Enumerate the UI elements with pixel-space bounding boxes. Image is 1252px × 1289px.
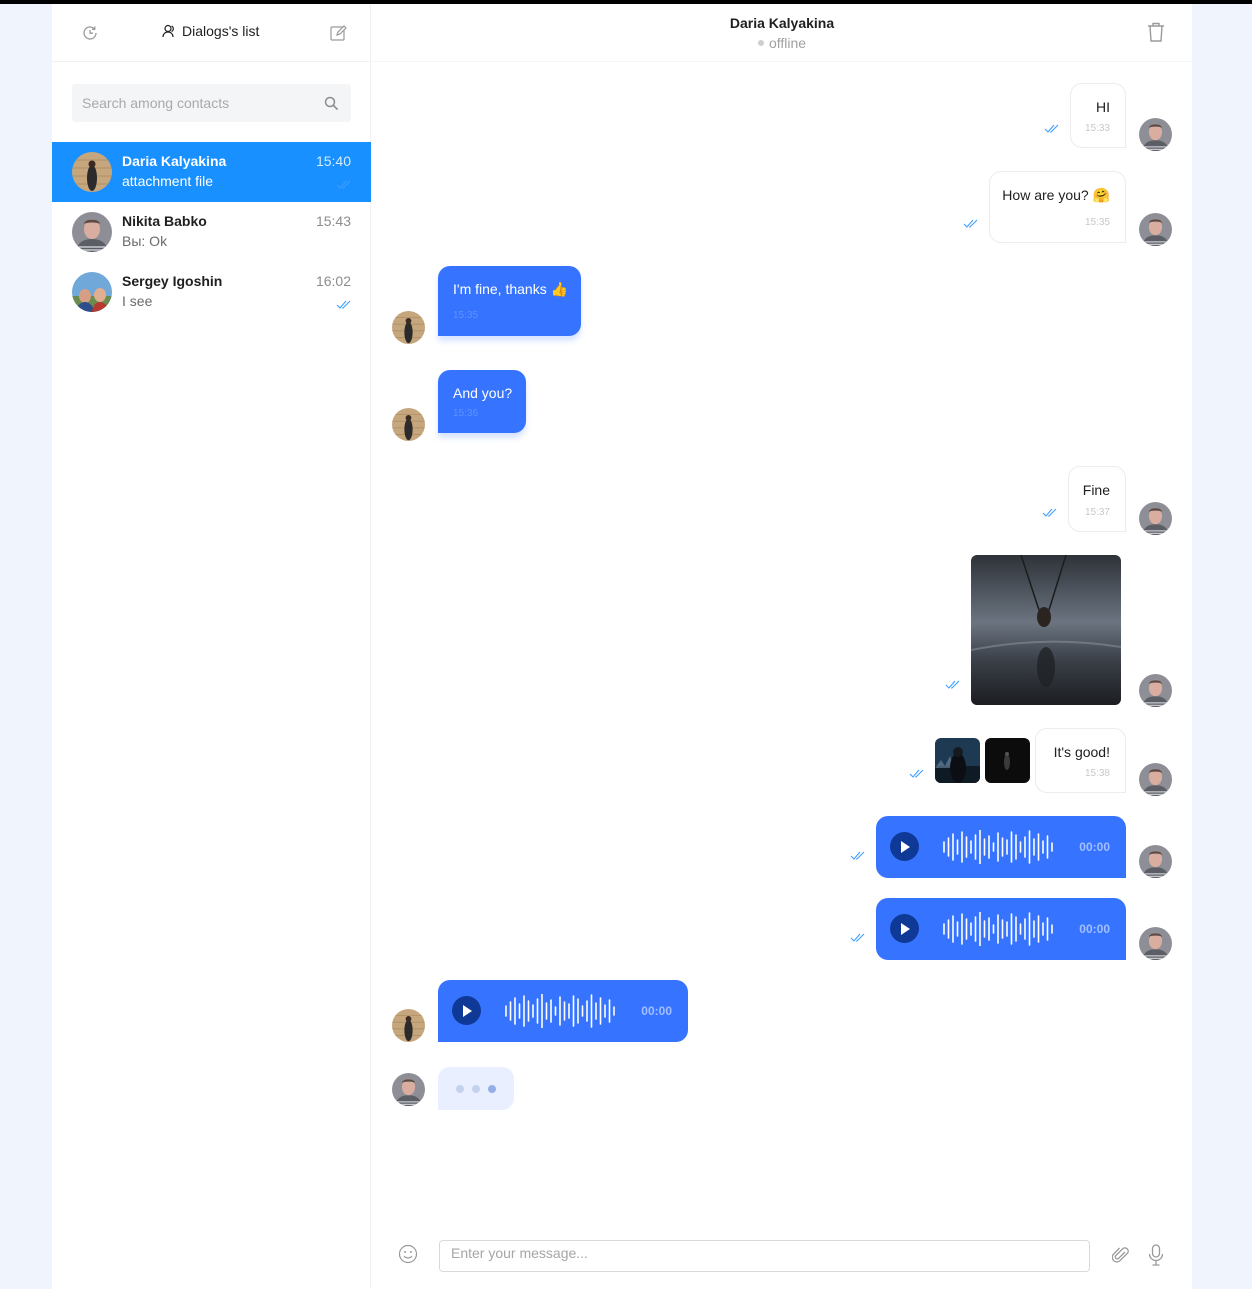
image-thumbnail[interactable]: [985, 738, 1030, 783]
my-avatar: [1139, 502, 1172, 535]
audio-message: 00:00: [438, 980, 688, 1042]
dialog-time: 15:40: [315, 153, 351, 169]
message-input[interactable]: [439, 1240, 1090, 1272]
paperclip-icon[interactable]: [1112, 1246, 1130, 1264]
chat-header: Daria Kalyakina offline: [372, 4, 1192, 62]
avatar: [72, 152, 112, 192]
message-bubble-out: It's good! 15:38: [1035, 728, 1126, 793]
sidebar: Dialogs's list Search among contacts Dar…: [52, 4, 371, 1289]
audio-duration: 00:00: [1079, 840, 1110, 854]
audio-message: 00:00: [876, 816, 1126, 878]
compose-icon[interactable]: [329, 24, 347, 42]
avatar: [72, 212, 112, 252]
message-time: 15:38: [1084, 768, 1110, 779]
play-button[interactable]: [890, 832, 919, 861]
delete-chat-icon[interactable]: [1145, 21, 1167, 43]
message-composer: [372, 1224, 1192, 1289]
dialog-time: 15:43: [315, 213, 351, 229]
contact-name: Daria Kalyakina: [729, 15, 835, 31]
dialog-name: Nikita Babko: [122, 213, 207, 229]
my-avatar: [1139, 674, 1172, 707]
audio-duration: 00:00: [1079, 922, 1110, 936]
chat-app: Dialogs's list Search among contacts Dar…: [52, 4, 1192, 1289]
contact-avatar: [392, 311, 425, 344]
dialog-name: Daria Kalyakina: [122, 153, 227, 169]
my-avatar: [1139, 763, 1172, 796]
sidebar-title-text: Dialogs's list: [182, 23, 260, 39]
my-avatar: [1139, 213, 1172, 246]
waveform-icon: [505, 994, 615, 1028]
status-text: offline: [768, 35, 807, 51]
message-text: Fine: [1082, 482, 1110, 498]
avatar: [72, 272, 112, 312]
search-input[interactable]: [72, 84, 312, 122]
contact-search: [72, 84, 351, 122]
message-bubble-out: HI 15:33: [1070, 83, 1126, 148]
microphone-icon[interactable]: [1147, 1244, 1165, 1266]
dialog-last-message: attachment file: [122, 173, 214, 189]
typing-dot: [456, 1085, 464, 1093]
message-bubble-in: I'm fine, thanks 👍 15:35: [438, 266, 581, 336]
dialog-time: 16:02: [315, 273, 351, 289]
image-attachment[interactable]: [971, 555, 1121, 705]
contact-avatar: [392, 1009, 425, 1042]
my-avatar: [1139, 118, 1172, 151]
waveform-icon: [943, 912, 1053, 946]
smile-icon[interactable]: [398, 1244, 418, 1264]
read-check-icon: [850, 851, 865, 860]
audio-duration: 00:00: [641, 1004, 672, 1018]
play-button[interactable]: [452, 996, 481, 1025]
my-avatar: [392, 1073, 425, 1106]
read-check-icon: [850, 933, 865, 942]
message-text: HI: [1096, 99, 1110, 115]
read-check-icon: [336, 180, 351, 189]
dialog-item-daria[interactable]: Daria Kalyakina attachment file 15:40: [52, 142, 371, 202]
message-bubble-in: And you? 15:36: [438, 370, 526, 433]
audio-message: 00:00: [876, 898, 1126, 960]
read-check-icon: [1042, 508, 1057, 517]
message-time: 15:35: [1084, 217, 1110, 228]
read-check-icon: [336, 300, 351, 309]
play-button[interactable]: [890, 914, 919, 943]
my-avatar: [1139, 845, 1172, 878]
sidebar-title: Dialogs's list: [162, 23, 259, 39]
read-check-icon: [963, 219, 978, 228]
status-dot: [757, 40, 764, 47]
dialog-item-sergey[interactable]: Sergey Igoshin I see 16:02: [52, 262, 371, 322]
typing-dot: [488, 1085, 496, 1093]
contact-status: offline: [372, 35, 1192, 51]
message-time: 15:36: [453, 408, 479, 419]
chat-panel: Daria Kalyakina offline HI 15:33 How are…: [372, 4, 1192, 1289]
dialog-name: Sergey Igoshin: [122, 273, 223, 289]
users-icon: [162, 24, 174, 38]
message-time: 15:37: [1084, 507, 1110, 518]
dialog-last-message: I see: [122, 293, 153, 309]
contact-avatar: [392, 408, 425, 441]
waveform-icon: [943, 830, 1053, 864]
message-time: 15:33: [1084, 123, 1110, 134]
read-check-icon: [945, 680, 960, 689]
search-icon[interactable]: [324, 96, 339, 111]
message-bubble-out: How are you? 🤗 15:35: [989, 171, 1126, 243]
message-bubble-out: Fine 15:37: [1068, 466, 1126, 532]
message-text: And you?: [453, 385, 513, 401]
message-text: It's good!: [1053, 744, 1110, 760]
message-text: I'm fine, thanks 👍: [453, 281, 569, 297]
dialog-item-nikita[interactable]: Nikita Babko Вы: Ok 15:43: [52, 202, 371, 262]
read-check-icon: [1044, 124, 1059, 133]
dialog-last-message: Вы: Ok: [122, 233, 168, 249]
read-check-icon: [909, 769, 924, 778]
sidebar-header: Dialogs's list: [52, 4, 371, 62]
message-text: How are you? 🤗: [1002, 187, 1110, 203]
image-thumbnail[interactable]: [935, 738, 980, 783]
typing-indicator: [438, 1067, 514, 1110]
typing-dot: [472, 1085, 480, 1093]
message-time: 15:35: [453, 310, 479, 321]
my-avatar: [1139, 927, 1172, 960]
history-icon[interactable]: [81, 24, 99, 42]
